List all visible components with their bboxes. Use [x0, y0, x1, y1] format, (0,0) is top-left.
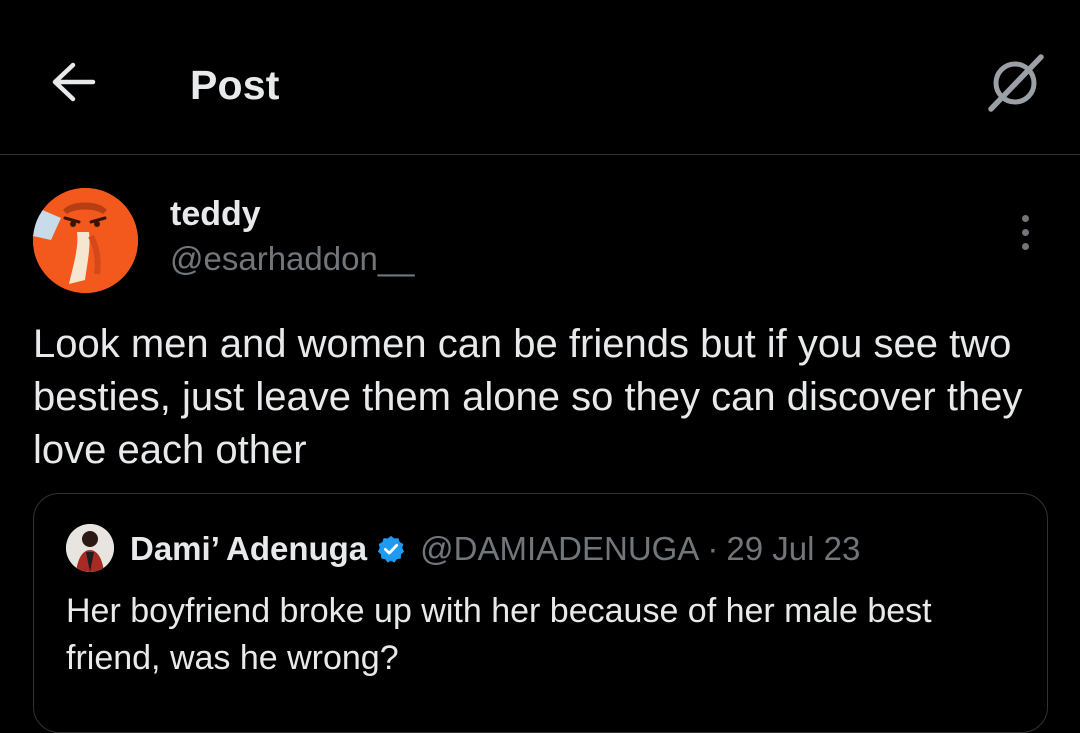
- quoted-post-text: Her boyfriend broke up with her because …: [66, 592, 932, 677]
- more-vertical-icon-dot: [1021, 228, 1029, 236]
- quoted-post-card[interactable]: Dami’ Adenuga @DAMIADENUGA · 29 Jul 23 H…: [33, 493, 1048, 733]
- page-title: Post: [190, 62, 280, 108]
- quoted-author-handle[interactable]: @DAMIADENUGA: [420, 530, 699, 568]
- arrow-left-icon: [52, 62, 96, 102]
- more-vertical-icon: [1021, 214, 1029, 222]
- author-display-name[interactable]: teddy: [170, 195, 261, 234]
- quoted-avatar-image: [66, 524, 114, 572]
- verified-badge-icon: [378, 535, 405, 563]
- quoted-author-name[interactable]: Dami’ Adenuga: [130, 530, 367, 568]
- avatar-image: [33, 188, 138, 293]
- quoted-post-header: Dami’ Adenuga @DAMIADENUGA · 29 Jul 23: [130, 530, 860, 568]
- back-button[interactable]: [44, 52, 104, 112]
- post-text: Look men and women can be friends but if…: [33, 322, 1023, 472]
- top-app-bar: Post: [0, 0, 1080, 155]
- more-options-button[interactable]: [1005, 208, 1045, 256]
- quoted-post-date[interactable]: 29 Jul 23: [726, 530, 860, 568]
- grok-icon: [988, 54, 1044, 112]
- author-avatar[interactable]: [33, 188, 138, 293]
- author-handle[interactable]: @esarhaddon__: [170, 240, 415, 278]
- more-vertical-icon-dot: [1021, 242, 1029, 250]
- grok-button[interactable]: [980, 48, 1050, 118]
- meta-separator: ·: [707, 530, 719, 567]
- quoted-author-avatar[interactable]: [66, 524, 114, 572]
- verified-badge: [376, 534, 406, 564]
